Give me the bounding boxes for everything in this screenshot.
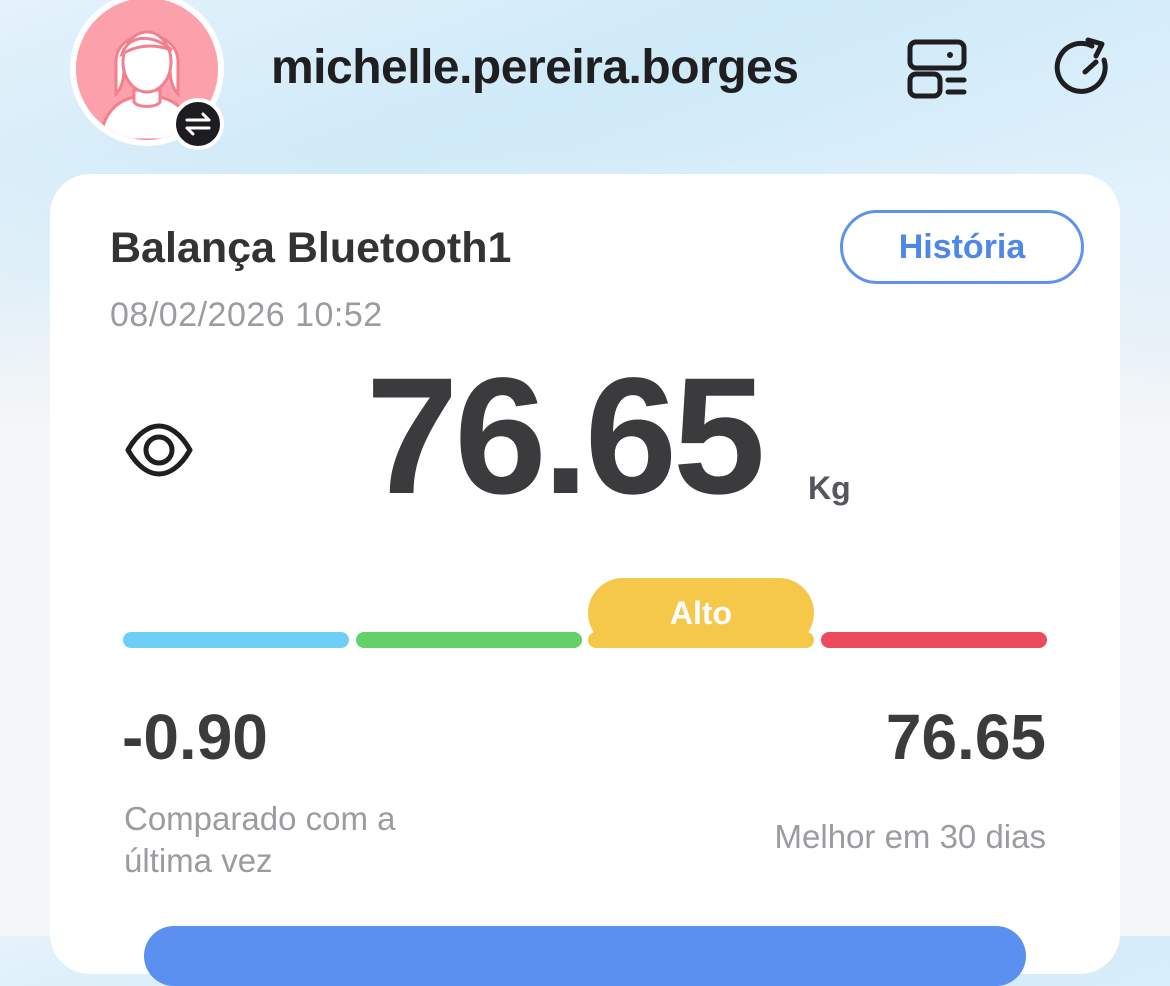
weight-unit: Kg <box>808 470 851 506</box>
range-segment-low <box>123 632 349 648</box>
weight-difference-label: Comparado com a última vez <box>124 800 396 879</box>
sync-icon[interactable] <box>1052 36 1118 102</box>
range-segment-very-high <box>821 632 1047 648</box>
best-weight-value: 76.65 <box>885 701 1046 773</box>
devices-icon[interactable] <box>904 36 970 102</box>
range-segment-normal <box>356 632 582 648</box>
weight-value: 76.65 <box>366 344 765 529</box>
primary-action-button[interactable] <box>144 926 1026 986</box>
weight-difference-value: -0.90 <box>122 701 268 773</box>
range-status-badge: Alto <box>588 578 814 648</box>
username: michelle.pereira.borges <box>271 41 799 94</box>
device-name: Balança Bluetooth1 <box>110 224 512 272</box>
history-button[interactable]: História <box>840 210 1084 284</box>
weight-card: Balança Bluetooth1 08/02/2026 10:52 Hist… <box>50 174 1120 986</box>
eye-icon[interactable] <box>124 422 194 478</box>
best-weight-label: Melhor em 30 dias <box>774 818 1046 855</box>
switch-user-icon[interactable] <box>172 98 224 150</box>
measurement-timestamp: 08/02/2026 10:52 <box>110 296 383 334</box>
